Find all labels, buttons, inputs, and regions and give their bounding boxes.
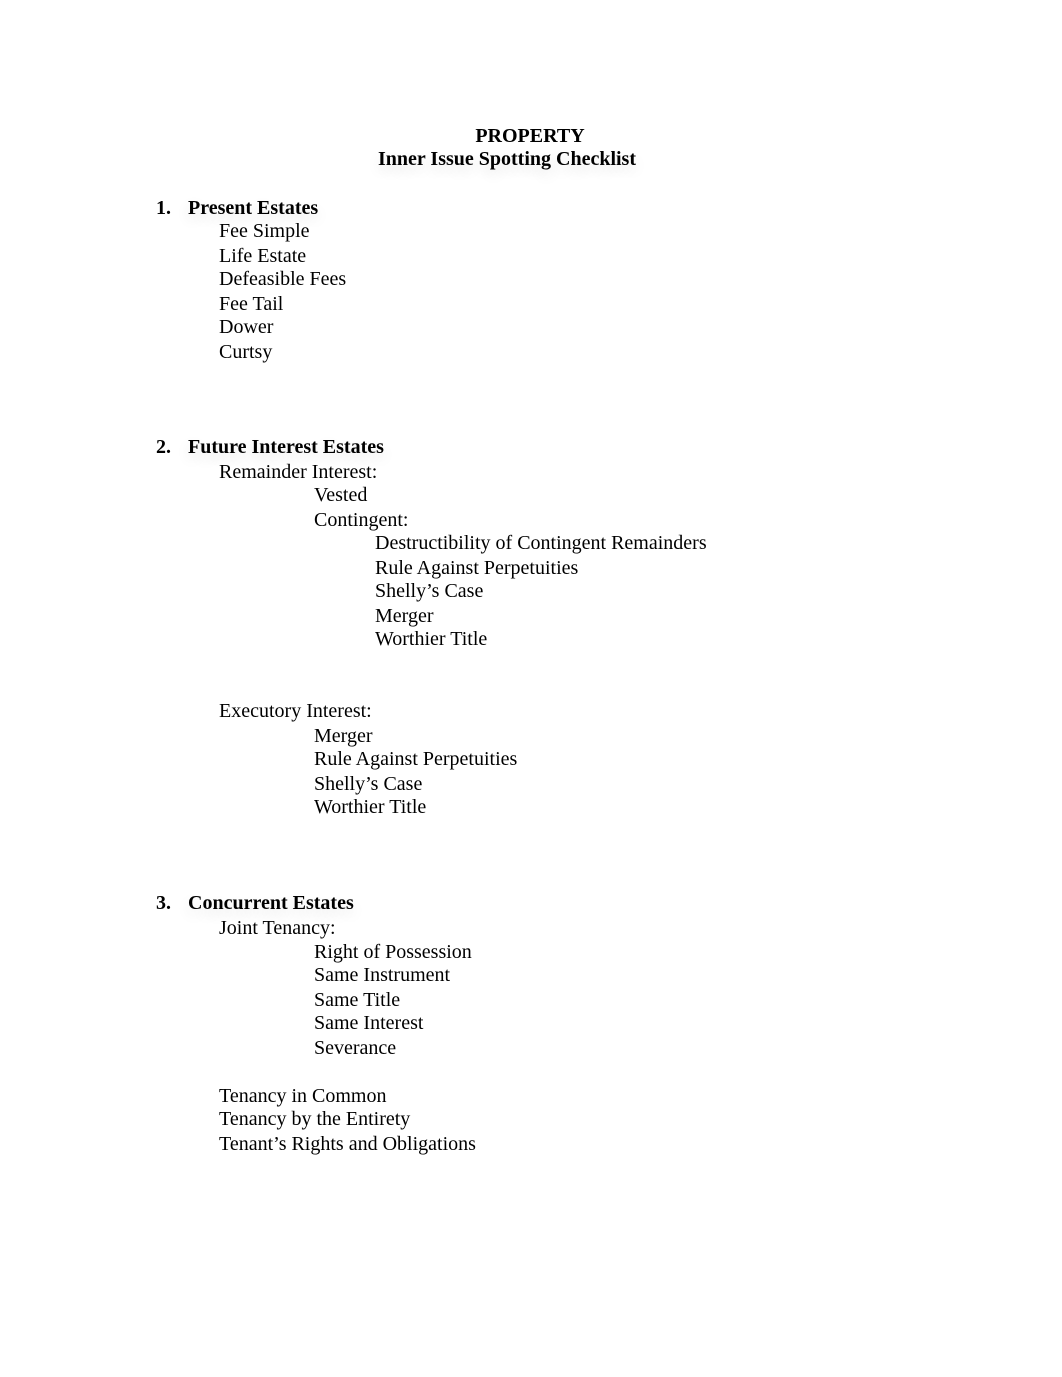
section-heading: Concurrent Estates — [188, 892, 354, 914]
list-item: Shelly’s Case — [375, 580, 484, 602]
subheading-contingent: Contingent: — [314, 509, 409, 531]
list-item: Rule Against Perpetuities — [375, 557, 579, 579]
list-item: Severance — [314, 1037, 397, 1059]
document-subtitle: Inner Issue Spotting Checklist — [377, 148, 637, 170]
list-item: Tenancy by the Entirety — [219, 1108, 411, 1130]
list-item: Same Instrument — [314, 964, 451, 986]
section-number: 2. — [156, 436, 171, 458]
list-item: Worthier Title — [314, 796, 427, 818]
document-title: PROPERTY — [475, 125, 585, 147]
list-item: Fee Simple — [219, 220, 310, 242]
list-item: Life Estate — [219, 245, 307, 267]
section-heading: Future Interest Estates — [188, 436, 384, 458]
section-heading: Present Estates — [188, 197, 319, 219]
list-item: Destructibility of Contingent Remainders — [375, 532, 707, 554]
list-item: Shelly’s Case — [314, 773, 423, 795]
list-item: Rule Against Perpetuities — [314, 748, 518, 770]
list-item: Same Title — [314, 989, 401, 1011]
subheading-remainder-interest: Remainder Interest: — [219, 461, 378, 483]
list-item: Worthier Title — [375, 628, 488, 650]
list-item: Fee Tail — [219, 293, 284, 315]
list-item: Defeasible Fees — [219, 268, 347, 290]
subheading-executory-interest: Executory Interest: — [219, 700, 372, 722]
section-number: 3. — [156, 892, 171, 914]
list-item: Merger — [375, 605, 434, 627]
list-item: Tenant’s Rights and Obligations — [219, 1133, 476, 1155]
list-item: Same Interest — [314, 1012, 424, 1034]
list-item: Tenancy in Common — [219, 1085, 387, 1107]
subheading-joint-tenancy: Joint Tenancy: — [219, 917, 336, 939]
section-number: 1. — [156, 197, 171, 219]
list-item: Curtsy — [219, 341, 273, 363]
list-item: Right of Possession — [314, 941, 472, 963]
list-item: Dower — [219, 316, 274, 338]
list-item: Merger — [314, 725, 373, 747]
list-item: Vested — [314, 484, 368, 506]
